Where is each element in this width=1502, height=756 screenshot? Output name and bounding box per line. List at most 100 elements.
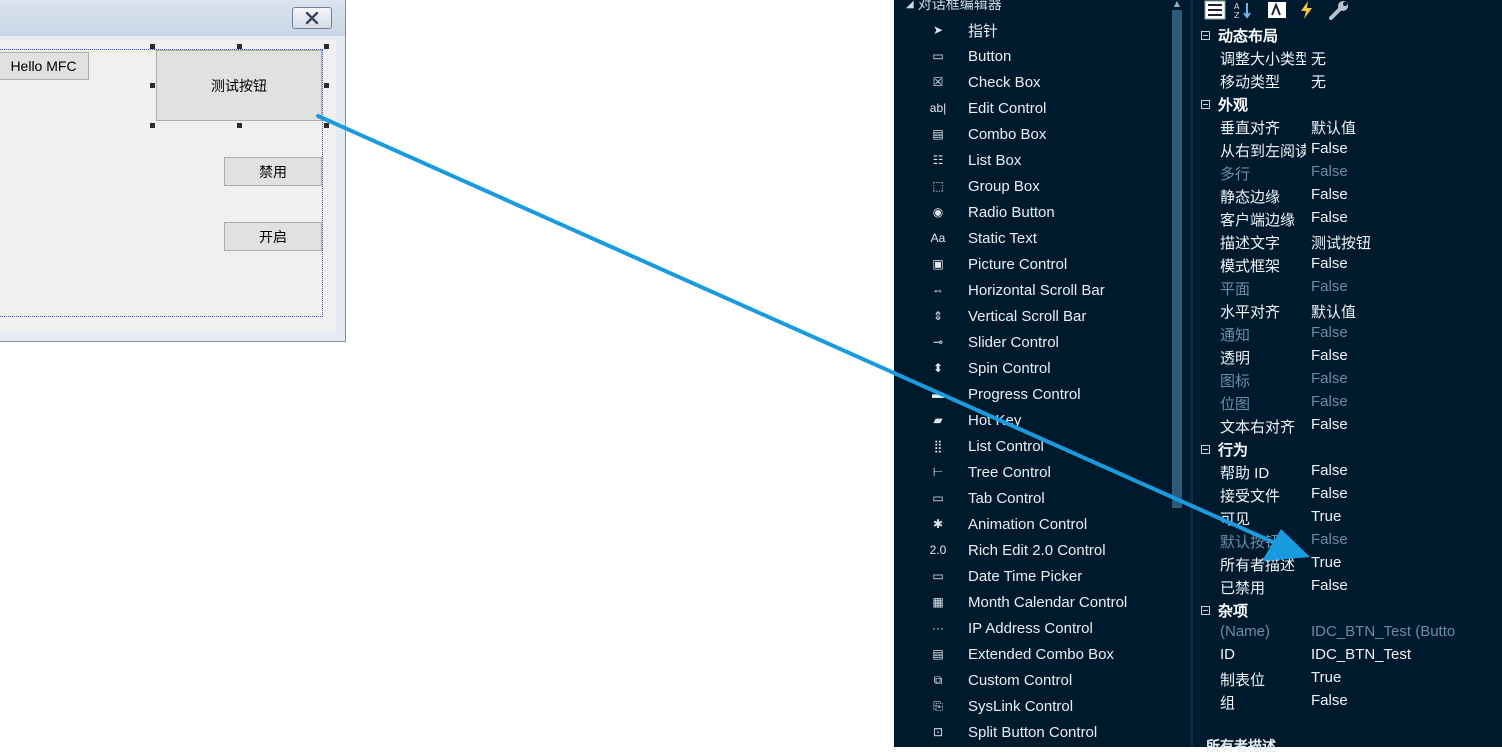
toolbox-group-header[interactable]: ◢ 对话框编辑器 xyxy=(906,0,1002,14)
property-value[interactable]: False xyxy=(1311,485,1348,502)
close-button[interactable] xyxy=(292,7,332,29)
toolbox-item[interactable]: ··· IP Address Control xyxy=(894,615,1174,641)
toolbox-item[interactable]: ▤ Combo Box xyxy=(894,121,1174,147)
property-category[interactable]: 外观 xyxy=(1201,93,1248,115)
property-row[interactable]: 帮助 ID False xyxy=(1193,462,1502,485)
collapse-icon[interactable] xyxy=(1201,30,1210,40)
property-value[interactable]: False xyxy=(1311,278,1348,295)
property-value[interactable]: 测试按钮 xyxy=(1311,232,1371,253)
toolbox-item[interactable]: ⇔ Horizontal Scroll Bar xyxy=(894,277,1174,303)
property-row[interactable]: 默认按钮 False xyxy=(1193,531,1502,554)
property-row[interactable]: 模式框架 False xyxy=(1193,255,1502,278)
toolbox-item[interactable]: ⧉ Custom Control xyxy=(894,667,1174,693)
property-row[interactable]: 水平对齐 默认值 xyxy=(1193,301,1502,324)
toolbox-item[interactable]: ☒ Check Box xyxy=(894,69,1174,95)
property-row[interactable]: 描述文字 测试按钮 xyxy=(1193,232,1502,255)
property-value[interactable]: False xyxy=(1311,370,1348,387)
property-row[interactable]: 客户端边缘 False xyxy=(1193,209,1502,232)
collapse-icon[interactable] xyxy=(1201,99,1210,109)
selection-handle[interactable] xyxy=(324,83,329,88)
property-row[interactable]: 所有者描述 True xyxy=(1193,554,1502,577)
property-row[interactable]: 文本右对齐 False xyxy=(1193,416,1502,439)
property-value[interactable]: False xyxy=(1311,255,1348,272)
toolbox-item[interactable]: ▭ Tab Control xyxy=(894,485,1174,511)
property-row[interactable]: 制表位 True xyxy=(1193,669,1502,692)
property-value[interactable]: False xyxy=(1311,324,1348,341)
toolbox-item[interactable]: ab| Edit Control xyxy=(894,95,1174,121)
property-row[interactable]: 透明 False xyxy=(1193,347,1502,370)
hello-mfc-button[interactable]: Hello MFC xyxy=(0,52,89,80)
property-category[interactable]: 杂项 xyxy=(1201,599,1248,621)
selection-handle[interactable] xyxy=(237,123,242,128)
toolbox-item[interactable]: 2.0 Rich Edit 2.0 Control xyxy=(894,537,1174,563)
property-value[interactable]: False xyxy=(1311,393,1348,410)
property-row[interactable]: 已禁用 False xyxy=(1193,577,1502,600)
property-row[interactable]: 移动类型 无 xyxy=(1193,71,1502,94)
scroll-up-icon[interactable]: ▲ xyxy=(1172,0,1182,8)
toolbox-item[interactable]: ▣ Picture Control xyxy=(894,251,1174,277)
alphabetical-icon[interactable]: AZ xyxy=(1231,0,1255,20)
property-value[interactable]: IDC_BTN_Test xyxy=(1311,646,1411,663)
selection-handle[interactable] xyxy=(324,44,329,49)
property-value[interactable]: 无 xyxy=(1311,71,1326,92)
toolbox-item[interactable]: ◉ Radio Button xyxy=(894,199,1174,225)
toolbox-item[interactable]: ⊸ Slider Control xyxy=(894,329,1174,355)
selection-handle[interactable] xyxy=(237,44,242,49)
events-icon[interactable] xyxy=(1295,0,1319,20)
property-row[interactable]: 组 False xyxy=(1193,692,1502,715)
toolbox-item[interactable]: ⎘ SysLink Control xyxy=(894,693,1174,719)
property-row[interactable]: ID IDC_BTN_Test xyxy=(1193,646,1502,669)
enable-button[interactable]: 开启 xyxy=(224,222,322,251)
property-row[interactable]: 图标 False xyxy=(1193,370,1502,393)
property-value[interactable]: False xyxy=(1311,692,1348,709)
property-value[interactable]: False xyxy=(1311,163,1348,180)
property-row[interactable]: 接受文件 False xyxy=(1193,485,1502,508)
toolbox-item[interactable]: Aa Static Text xyxy=(894,225,1174,251)
toolbox-item[interactable]: ⇕ Vertical Scroll Bar xyxy=(894,303,1174,329)
property-row[interactable]: 垂直对齐 默认值 xyxy=(1193,117,1502,140)
property-value[interactable]: 无 xyxy=(1311,48,1326,69)
selection-handle[interactable] xyxy=(324,123,329,128)
property-row[interactable]: 平面 False xyxy=(1193,278,1502,301)
property-value[interactable]: True xyxy=(1311,669,1341,686)
toolbox-item[interactable]: ⬍ Spin Control xyxy=(894,355,1174,381)
property-row[interactable]: 可见 True xyxy=(1193,508,1502,531)
property-value[interactable]: False xyxy=(1311,209,1348,226)
toolbox-item[interactable]: ⊢ Tree Control xyxy=(894,459,1174,485)
property-value[interactable]: False xyxy=(1311,347,1348,364)
property-row[interactable]: 通知 False xyxy=(1193,324,1502,347)
test-button[interactable]: 测试按钮 xyxy=(156,50,322,121)
toolbox-item[interactable]: ▦ Month Calendar Control xyxy=(894,589,1174,615)
property-category[interactable]: 行为 xyxy=(1201,438,1248,460)
property-value[interactable]: IDC_BTN_Test (Butto xyxy=(1311,623,1455,640)
property-row[interactable]: 多行 False xyxy=(1193,163,1502,186)
property-value[interactable]: False xyxy=(1311,140,1348,157)
toolbox-item[interactable]: ⊡ Split Button Control xyxy=(894,719,1174,745)
selection-handle[interactable] xyxy=(150,123,155,128)
property-row[interactable]: 从右到左阅读 False xyxy=(1193,140,1502,163)
disable-button[interactable]: 禁用 xyxy=(224,157,322,186)
property-value[interactable]: True xyxy=(1311,508,1341,525)
wrench-icon[interactable] xyxy=(1327,0,1351,20)
collapse-icon[interactable] xyxy=(1201,444,1210,454)
property-category[interactable]: 动态布局 xyxy=(1201,24,1278,46)
property-value[interactable]: True xyxy=(1311,554,1341,571)
selection-handle[interactable] xyxy=(150,44,155,49)
toolbox-scrollbar[interactable] xyxy=(1172,10,1182,508)
toolbox-item[interactable]: ☷ List Box xyxy=(894,147,1174,173)
toolbox-item[interactable]: ➤ 指针 xyxy=(894,17,1174,43)
toolbox-item[interactable]: ▬ Progress Control xyxy=(894,381,1174,407)
toolbox-item[interactable]: ⣿ List Control xyxy=(894,433,1174,459)
property-value[interactable]: False xyxy=(1311,531,1348,548)
property-value[interactable]: False xyxy=(1311,577,1348,594)
toolbox-item[interactable]: ⬚ Group Box xyxy=(894,173,1174,199)
property-value[interactable]: 默认值 xyxy=(1311,117,1356,138)
property-row[interactable]: 位图 False xyxy=(1193,393,1502,416)
categorized-icon[interactable] xyxy=(1203,0,1227,20)
toolbox-item[interactable]: ▰ Hot Key xyxy=(894,407,1174,433)
toolbox-item[interactable]: ▤ Extended Combo Box xyxy=(894,641,1174,667)
property-row[interactable]: (Name) IDC_BTN_Test (Butto xyxy=(1193,623,1502,646)
property-value[interactable]: 默认值 xyxy=(1311,301,1356,322)
properties-page-icon[interactable] xyxy=(1265,0,1289,20)
toolbox-item[interactable]: ✱ Animation Control xyxy=(894,511,1174,537)
